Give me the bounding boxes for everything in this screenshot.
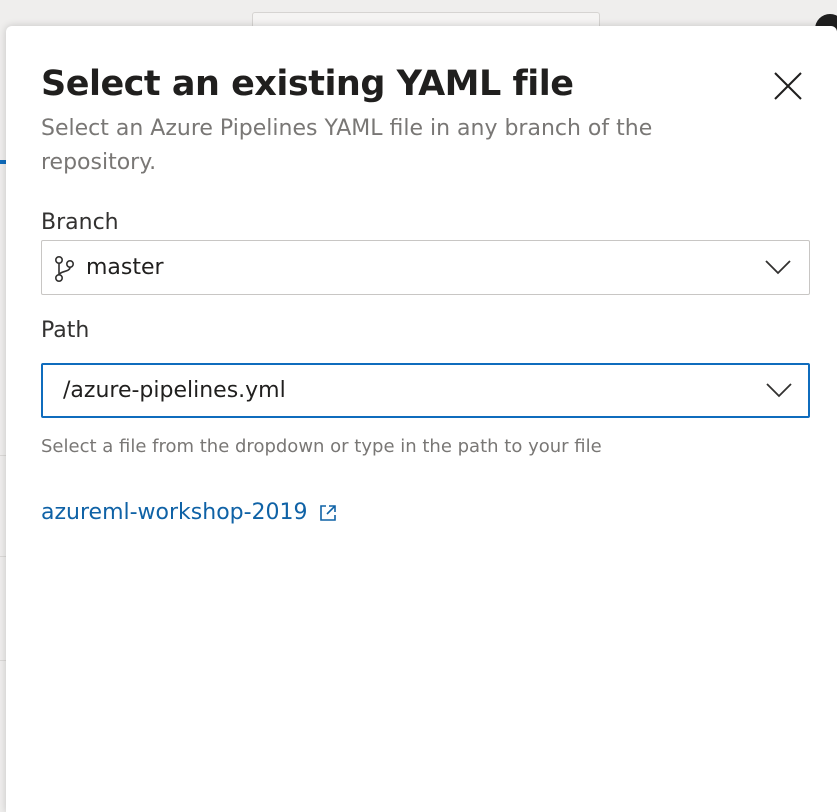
repository-link[interactable]: azureml-workshop-2019 (41, 500, 338, 525)
path-label: Path (41, 318, 90, 343)
git-branch-icon (54, 255, 75, 282)
chevron-down-icon (765, 260, 791, 275)
close-icon (774, 72, 802, 100)
chevron-down-icon (766, 383, 792, 398)
path-value[interactable]: /azure-pipelines.yml (63, 378, 286, 403)
branch-label: Branch (41, 210, 119, 235)
close-button[interactable] (768, 66, 808, 106)
dialog-subtitle: Select an Azure Pipelines YAML file in a… (41, 116, 653, 175)
branch-dropdown[interactable]: master (41, 240, 810, 295)
open-in-new-window-icon (319, 504, 336, 521)
dialog-title: Select an existing YAML file (41, 64, 574, 104)
branch-value: master (86, 255, 164, 280)
select-yaml-dialog: Select an existing YAML file Select an A… (6, 26, 837, 812)
repository-link-text[interactable]: azureml-workshop-2019 (41, 500, 308, 525)
path-combobox[interactable]: /azure-pipelines.yml (41, 363, 810, 418)
path-hint: Select a file from the dropdown or type … (41, 436, 602, 457)
